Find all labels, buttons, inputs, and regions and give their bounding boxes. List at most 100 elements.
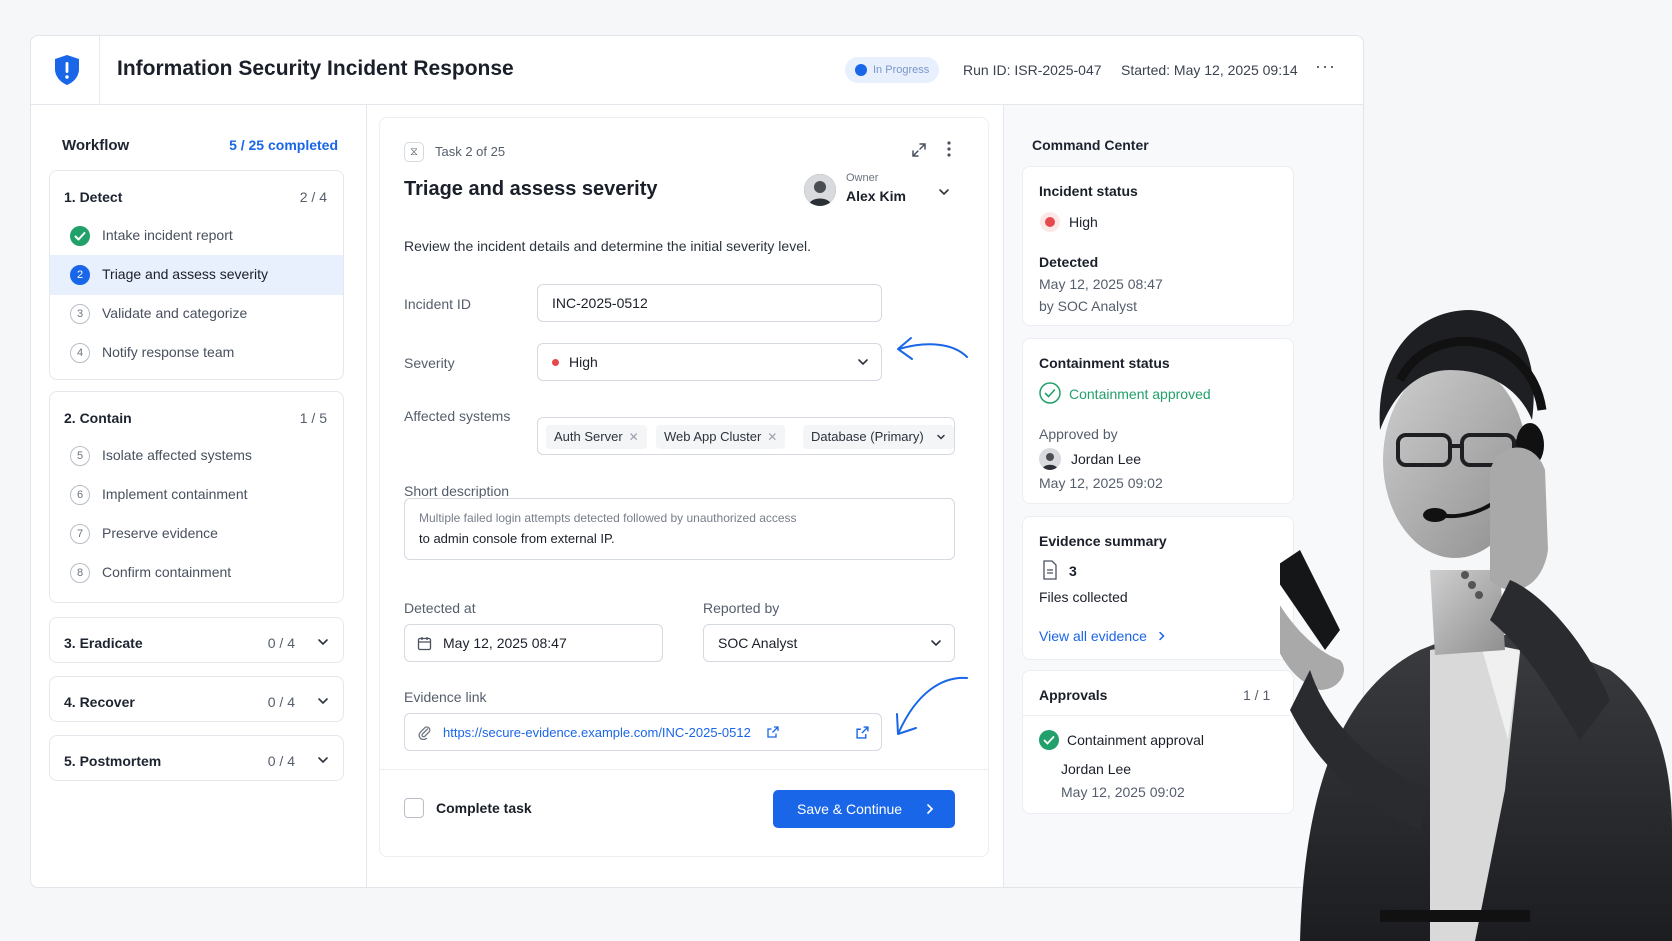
stage-count: 1 / 5	[299, 410, 327, 426]
stage-contain[interactable]: 2. Contain 1 / 5 5 Isolate affected syst…	[49, 391, 344, 603]
short-description-textarea[interactable]: Multiple failed login attempts detected …	[404, 498, 955, 560]
step-label: Preserve evidence	[102, 525, 218, 541]
status-dot-icon	[855, 64, 867, 76]
stage-count: 0 / 4	[267, 635, 295, 651]
stage-name: 2. Contain	[64, 410, 132, 426]
affected-systems-label: Affected systems	[404, 408, 511, 424]
card-title: Incident status	[1039, 183, 1138, 199]
status-badge: In Progress	[845, 57, 940, 83]
incident-id-label: Incident ID	[404, 296, 471, 312]
step-implement-containment[interactable]: 6 Implement containment	[50, 475, 343, 515]
reported-by-value: SOC Analyst	[718, 635, 798, 651]
detected-date: May 12, 2025 08:47	[1039, 276, 1163, 292]
stage-eradicate[interactable]: 3. Eradicate 0 / 4	[49, 617, 344, 663]
approver-name: Jordan Lee	[1061, 761, 1132, 777]
step-confirm-containment[interactable]: 8 Confirm containment	[50, 553, 343, 593]
task-description: Review the incident details and determin…	[404, 238, 811, 254]
tag-label: Web App Cluster	[664, 429, 762, 444]
step-validate-and-categorize[interactable]: 3 Validate and categorize	[50, 294, 343, 334]
approvals-count: 1 / 1	[1243, 687, 1271, 703]
external-link-icon[interactable]	[767, 726, 779, 738]
detected-at-field[interactable]: May 12, 2025 08:47	[404, 624, 663, 662]
detected-by: by SOC Analyst	[1039, 298, 1138, 314]
started-time: Started: May 12, 2025 09:14	[1121, 62, 1298, 78]
chevron-down-icon[interactable]	[317, 695, 329, 707]
document-icon	[1043, 560, 1057, 580]
complete-task-checkbox[interactable]	[404, 798, 424, 818]
stage-recover[interactable]: 4. Recover 0 / 4	[49, 676, 344, 722]
save-button-label: Save & Continue	[797, 801, 903, 817]
workflow-title: Workflow	[62, 137, 130, 154]
stage-detect[interactable]: 1. Detect 2 / 4 Intake incident report 2…	[49, 170, 344, 380]
chevron-down-icon[interactable]	[938, 186, 950, 198]
remove-tag-icon[interactable]: ✕	[767, 425, 777, 449]
containment-status-value: Containment approved	[1069, 386, 1211, 402]
tag-auth-server: Auth Server ✕	[546, 425, 647, 449]
step-label: Triage and assess severity	[102, 266, 268, 282]
step-intake-incident-report[interactable]: Intake incident report	[50, 216, 343, 256]
card-title: Evidence summary	[1039, 533, 1167, 549]
chevron-down-icon[interactable]	[936, 432, 946, 442]
stage-name: 1. Detect	[64, 189, 123, 205]
save-and-continue-button[interactable]: Save & Continue	[773, 790, 955, 828]
stage-count: 0 / 4	[267, 694, 295, 710]
command-center-title: Command Center	[1032, 137, 1149, 153]
app-header: Information Security Incident Response I…	[31, 36, 1363, 105]
expand-icon[interactable]	[910, 141, 928, 159]
severity-select[interactable]: High	[537, 343, 882, 381]
more-vertical-icon[interactable]	[942, 140, 956, 158]
containment-status-card: Containment status Containment approved …	[1022, 338, 1294, 504]
card-divider	[1023, 715, 1293, 716]
step-label: Validate and categorize	[102, 305, 248, 321]
incident-status-card: Incident status High Detected May 12, 20…	[1022, 166, 1294, 326]
check-circle-icon	[1039, 730, 1059, 750]
annotation-arrow-icon	[897, 337, 968, 360]
hourglass-icon: ⧖	[404, 142, 424, 162]
stage-count: 0 / 4	[267, 753, 295, 769]
short-description-line: to admin console from external IP.	[419, 531, 615, 546]
stage-name: 5. Postmortem	[64, 753, 162, 769]
open-link-icon[interactable]	[856, 726, 869, 739]
evidence-link[interactable]: https://secure-evidence.example.com/INC-…	[443, 725, 751, 740]
reported-by-select[interactable]: SOC Analyst	[703, 624, 955, 662]
affected-systems-multiselect[interactable]: Auth Server ✕ Web App Cluster ✕ Database (…	[537, 417, 955, 455]
card-title: Approvals	[1039, 687, 1108, 703]
card-title: Containment status	[1039, 355, 1170, 371]
view-all-evidence-link[interactable]: View all evidence	[1039, 628, 1167, 644]
evidence-summary-card: Evidence summary 3 Files collected View …	[1022, 516, 1294, 660]
evidence-link-field[interactable]: https://secure-evidence.example.com/INC-…	[404, 713, 882, 751]
stage-count: 2 / 4	[299, 189, 327, 205]
severity-dot-icon	[1040, 212, 1060, 232]
step-preserve-evidence[interactable]: 7 Preserve evidence	[50, 514, 343, 554]
tag-label: Auth Server	[554, 429, 623, 444]
owner-label: Owner	[846, 172, 879, 184]
tag-label: Database (Primary)	[811, 429, 924, 444]
annotation-arrow-icon	[896, 676, 968, 735]
reported-by-label: Reported by	[703, 600, 780, 616]
workflow-sidebar: Workflow 5 / 25 completed 1. Detect 2 / …	[31, 105, 367, 887]
task-panel: ⧖ Task 2 of 25 Triage and assess severit…	[367, 105, 1003, 887]
stage-name: 4. Recover	[64, 694, 135, 710]
task-title: Triage and assess severity	[404, 178, 658, 200]
incident-id-field[interactable]: INC-2025-0512	[537, 284, 882, 322]
step-triage-and-assess-severity[interactable]: 2 Triage and assess severity	[50, 255, 343, 295]
chevron-down-icon[interactable]	[317, 754, 329, 766]
chevron-right-icon	[927, 804, 934, 814]
step-number: 3	[70, 304, 90, 324]
chevron-down-icon	[858, 359, 868, 366]
severity-label: Severity	[404, 355, 455, 371]
workflow-progress: 5 / 25 completed	[229, 137, 338, 153]
avatar	[804, 174, 836, 206]
step-number: 8	[70, 563, 90, 583]
short-description-label: Short description	[404, 483, 510, 499]
person-photo	[1280, 310, 1672, 941]
detected-at-value: May 12, 2025 08:47	[443, 635, 567, 651]
step-isolate-affected-systems[interactable]: 5 Isolate affected systems	[50, 436, 343, 476]
remove-tag-icon[interactable]: ✕	[629, 425, 639, 449]
chevron-down-icon[interactable]	[317, 636, 329, 648]
check-circle-icon	[1039, 382, 1061, 404]
more-options-icon[interactable]: ···	[1315, 56, 1336, 77]
approval-date: May 12, 2025 09:02	[1039, 475, 1163, 491]
step-notify-response-team[interactable]: 4 Notify response team	[50, 333, 343, 373]
stage-postmortem[interactable]: 5. Postmortem 0 / 4	[49, 735, 344, 781]
